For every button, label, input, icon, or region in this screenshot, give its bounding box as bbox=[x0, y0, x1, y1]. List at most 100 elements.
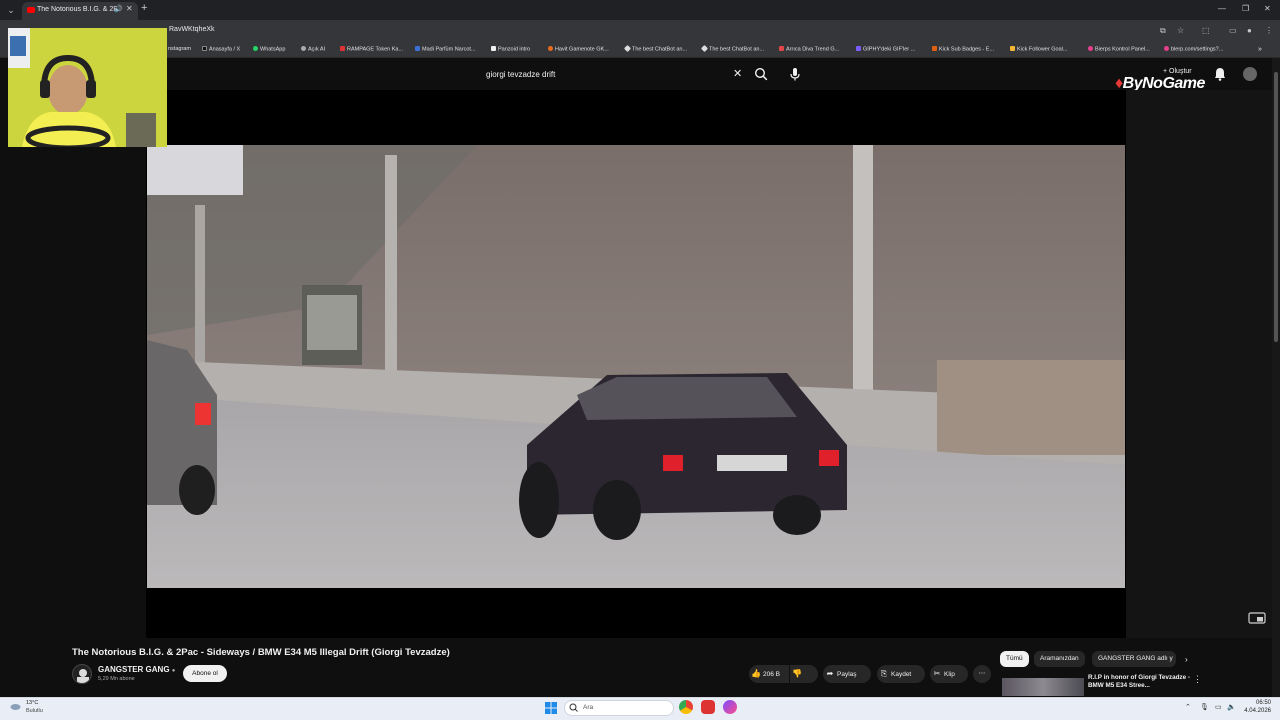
channel-name[interactable]: GANGSTER GANG ● bbox=[98, 665, 175, 674]
address-bar-url[interactable]: RavWKtqheXk bbox=[169, 26, 215, 33]
recommendation-thumbnail[interactable] bbox=[1002, 678, 1084, 696]
tab-close-icon[interactable]: ✕ bbox=[126, 4, 133, 13]
chatbot-icon bbox=[700, 44, 709, 53]
lamp-post bbox=[385, 155, 397, 385]
notifications-bell-icon[interactable] bbox=[1214, 67, 1226, 81]
recommendation-menu-icon[interactable]: ⋮ bbox=[1193, 674, 1202, 685]
miniplayer-icon[interactable] bbox=[1248, 612, 1266, 624]
browser-menu-icon[interactable]: ⋮ bbox=[1265, 26, 1273, 35]
ambient-gutter bbox=[1126, 90, 1272, 638]
thumbs-down-icon: 👎 bbox=[792, 669, 802, 678]
bookmark-item[interactable]: GIPHY'deki GIF'ler ... bbox=[856, 46, 915, 53]
profile-icon[interactable]: ● bbox=[1247, 26, 1252, 35]
bookmark-item[interactable]: The best ChatBot an... bbox=[623, 44, 688, 53]
kick-icon bbox=[932, 46, 937, 51]
share-button[interactable]: ➦ Paylaş bbox=[823, 665, 871, 683]
channel-avatar[interactable] bbox=[72, 664, 92, 684]
messenger-taskbar-icon[interactable] bbox=[723, 700, 737, 714]
bookmark-item[interactable]: Açık AI bbox=[301, 46, 325, 53]
browser-tab-active[interactable]: The Notorious B.I.G. & 2Pa 🔊 ✕ bbox=[22, 2, 138, 20]
headset-ear bbox=[86, 80, 96, 98]
havit-icon bbox=[548, 46, 553, 51]
whatsapp-icon bbox=[253, 46, 258, 51]
x-icon bbox=[202, 46, 207, 51]
bookmark-item[interactable]: Anasayfa / X bbox=[202, 46, 240, 53]
bookmark-item[interactable]: Panzoid intro bbox=[491, 46, 530, 53]
windows-start-icon[interactable] bbox=[545, 702, 557, 714]
network-icon[interactable]: ▭ bbox=[1215, 703, 1222, 711]
bookmark-item[interactable]: Havit Gamenote GK... bbox=[548, 46, 609, 53]
bookmark-label: Madi Parfüm Narcot... bbox=[422, 46, 476, 53]
subscribe-button[interactable]: Abone ol bbox=[183, 665, 227, 682]
clip-button[interactable]: ✂ Klip bbox=[930, 665, 968, 683]
save-button[interactable]: ⎘ Kaydet bbox=[877, 665, 925, 683]
create-button[interactable]: + Oluştur bbox=[1163, 68, 1192, 75]
chips-next-icon[interactable]: › bbox=[1185, 655, 1188, 664]
kick-goal-icon bbox=[1010, 46, 1015, 51]
bookmark-label: Bierps Kontrol Panel... bbox=[1095, 46, 1150, 53]
sidepanel-icon[interactable]: ▭ bbox=[1229, 26, 1237, 35]
bookmark-item[interactable]: Bierps Kontrol Panel... bbox=[1088, 46, 1150, 53]
new-tab-button[interactable]: + bbox=[141, 2, 147, 14]
bookmark-label: RAMPAGE Token Ka... bbox=[347, 46, 404, 53]
clock-time[interactable]: 06:50 bbox=[1245, 700, 1271, 706]
taskbar-search-box[interactable] bbox=[564, 700, 674, 716]
background-item bbox=[126, 113, 156, 147]
bookmark-label: The best ChatBot an... bbox=[632, 46, 688, 53]
video-title: The Notorious B.I.G. & 2Pac - Sideways /… bbox=[72, 647, 450, 658]
chip-from-search[interactable]: Aramanızdan bbox=[1034, 651, 1085, 667]
mic-tray-icon[interactable]: 🎙 bbox=[1200, 703, 1209, 711]
maximize-icon[interactable]: ❐ bbox=[1242, 4, 1249, 13]
channel-avatar-image bbox=[77, 669, 89, 683]
like-button[interactable]: 👍 206 B bbox=[749, 665, 789, 683]
app-taskbar-icon[interactable] bbox=[701, 700, 715, 714]
bookmark-item[interactable]: Kick Follower Goal... bbox=[1010, 46, 1067, 53]
save-label: Kaydet bbox=[891, 671, 912, 678]
clip-label: Klip bbox=[944, 671, 955, 678]
bookmark-label: blerp.com/settings?... bbox=[1171, 46, 1224, 53]
chip-all[interactable]: Tümü bbox=[1000, 651, 1029, 667]
recommendation-title[interactable]: R.I.P in honor of Giorgi Tevzadze - BMW … bbox=[1088, 674, 1192, 690]
bookmark-label: Kick Follower Goal... bbox=[1017, 46, 1068, 53]
minimize-icon[interactable]: — bbox=[1218, 4, 1226, 13]
window-close-icon[interactable]: ✕ bbox=[1264, 4, 1271, 13]
dislike-button[interactable]: 👎 bbox=[790, 665, 818, 683]
microphone-icon[interactable] bbox=[789, 67, 801, 81]
install-app-icon[interactable]: ⧉ bbox=[1160, 26, 1166, 36]
bookmark-item[interactable]: RAMPAGE Token Ka... bbox=[340, 46, 403, 53]
clock-date[interactable]: 4.04.2026 bbox=[1235, 708, 1271, 714]
video-frame[interactable] bbox=[147, 145, 1125, 588]
more-icon: ⋯ bbox=[978, 670, 986, 677]
bookmarks-overflow-icon[interactable]: » bbox=[1258, 46, 1262, 53]
chrome-taskbar-icon[interactable] bbox=[679, 700, 693, 714]
bookmark-star-icon[interactable]: ☆ bbox=[1177, 26, 1184, 35]
bookmark-item[interactable]: Arrıca Diva Trend G... bbox=[779, 46, 839, 53]
arrica-icon bbox=[779, 46, 784, 51]
weather-description[interactable]: Bulutlu bbox=[26, 708, 43, 714]
bookmark-item[interactable]: Kick Sub Badges - E... bbox=[932, 46, 994, 53]
scissors-icon: ✂ bbox=[933, 669, 941, 678]
weather-temperature[interactable]: 13°C bbox=[26, 700, 38, 706]
tab-search-icon[interactable]: ⌄ bbox=[4, 3, 18, 17]
tray-overflow-icon[interactable]: ⌃ bbox=[1185, 703, 1191, 711]
cloud-icon bbox=[10, 704, 21, 710]
clear-search-icon[interactable]: ✕ bbox=[733, 67, 742, 80]
account-avatar[interactable] bbox=[1243, 67, 1257, 81]
sign-board bbox=[147, 145, 243, 195]
billboard-face bbox=[307, 295, 357, 350]
bookmark-item[interactable]: The best ChatBot an... bbox=[700, 44, 764, 53]
bookmark-item[interactable]: blerp.com/settings?... bbox=[1164, 46, 1223, 53]
chip-channel[interactable]: GANGSTER GANG adlı y bbox=[1092, 651, 1176, 667]
more-actions-button[interactable]: ⋯ bbox=[973, 665, 991, 683]
bookmark-item[interactable]: Madi Parfüm Narcot... bbox=[415, 46, 476, 53]
tab-audio-icon[interactable]: 🔊 bbox=[114, 5, 123, 13]
search-icon[interactable] bbox=[754, 67, 768, 81]
bookmark-item[interactable]: WhatsApp bbox=[253, 46, 285, 53]
bookmark-label: Açık AI bbox=[308, 46, 326, 53]
page-scrollbar[interactable] bbox=[1272, 58, 1280, 698]
bookmark-item[interactable]: nstagram bbox=[168, 46, 191, 52]
search-input[interactable]: giorgi tevzadze drift bbox=[486, 70, 555, 79]
scrollbar-thumb[interactable] bbox=[1274, 72, 1278, 342]
verified-icon: ● bbox=[171, 668, 176, 674]
extensions-icon[interactable]: ⬚ bbox=[1202, 26, 1210, 35]
